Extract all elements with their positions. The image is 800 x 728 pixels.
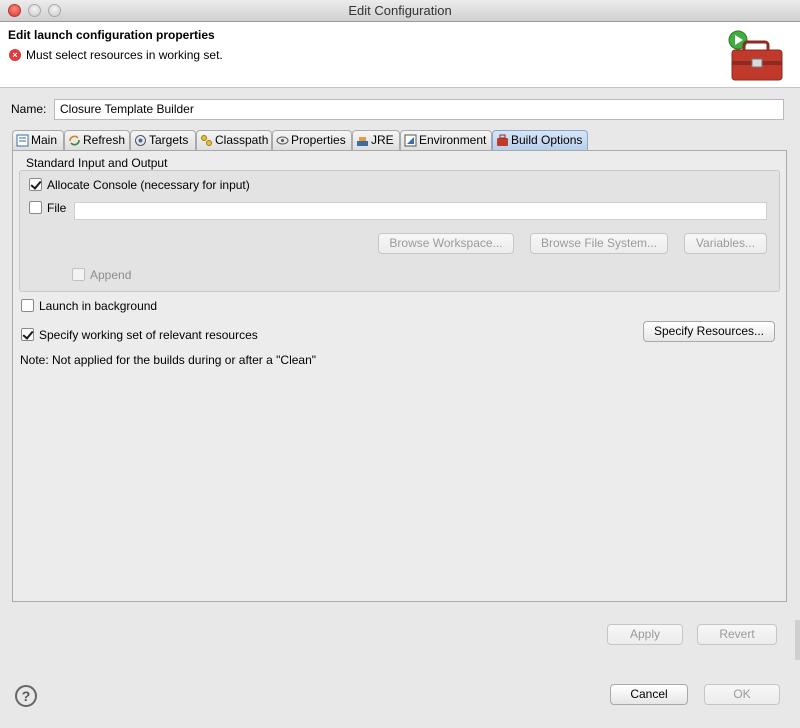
specify-resources-button[interactable]: Specify Resources... <box>643 321 775 342</box>
tab-build-options[interactable]: Build Options <box>492 130 588 150</box>
window-title-bar: Edit Configuration <box>0 0 800 22</box>
cancel-button[interactable]: Cancel <box>610 684 688 705</box>
dialog-header-title: Edit launch configuration properties <box>8 28 215 42</box>
tab-refresh-label: Refresh <box>83 133 126 147</box>
tab-classpath[interactable]: Classpath <box>196 130 272 150</box>
tab-environment[interactable]: Environment <box>400 130 492 150</box>
properties-icon <box>276 136 289 145</box>
file-path-field[interactable] <box>74 202 767 220</box>
working-set-checkbox[interactable] <box>21 328 34 341</box>
name-field[interactable]: Closure Template Builder <box>54 99 784 120</box>
build-options-icon <box>497 134 508 146</box>
targets-icon <box>135 135 146 146</box>
append-checkbox[interactable] <box>72 268 85 281</box>
main-tab-icon <box>16 134 29 147</box>
clean-note: Note: Not applied for the builds during … <box>20 353 317 367</box>
toolbox-run-icon <box>728 30 783 81</box>
help-icon[interactable]: ? <box>15 685 37 707</box>
scrollbar[interactable] <box>795 620 800 660</box>
ok-button[interactable]: OK <box>704 684 780 705</box>
tab-targets-label: Targets <box>149 133 189 147</box>
refresh-icon <box>69 135 80 146</box>
dialog-header: Edit launch configuration properties × M… <box>0 22 800 88</box>
launch-background-label: Launch in background <box>39 299 158 313</box>
tab-bar: Main Refresh Targets Classpath Propertie… <box>12 130 787 150</box>
browse-workspace-button[interactable]: Browse Workspace... <box>378 233 514 254</box>
jre-icon <box>357 137 368 146</box>
allocate-console-label: Allocate Console (necessary for input) <box>47 178 250 192</box>
tab-classpath-label: Classpath <box>215 133 269 147</box>
tab-refresh[interactable]: Refresh <box>64 130 130 150</box>
append-label: Append <box>90 268 132 282</box>
allocate-console-checkbox[interactable] <box>29 178 42 191</box>
name-label: Name: <box>11 102 47 116</box>
tab-environment-label: Environment <box>419 133 487 147</box>
working-set-label: Specify working set of relevant resource… <box>39 328 258 342</box>
environment-icon <box>404 134 417 147</box>
revert-button[interactable]: Revert <box>697 624 777 645</box>
browse-file-system-button[interactable]: Browse File System... <box>530 233 668 254</box>
tab-build-options-label: Build Options <box>511 133 583 147</box>
tab-jre-label: JRE <box>371 133 394 147</box>
file-label: File <box>47 201 67 215</box>
launch-background-checkbox[interactable] <box>21 299 34 312</box>
tab-jre[interactable]: JRE <box>352 130 400 150</box>
error-message: Must select resources in working set. <box>26 48 223 62</box>
tab-main-label: Main <box>31 133 58 147</box>
window-title: Edit Configuration <box>348 3 452 18</box>
tab-properties[interactable]: Properties <box>272 130 352 150</box>
standard-io-group-label: Standard Input and Output <box>26 156 168 170</box>
tab-targets[interactable]: Targets <box>130 130 196 150</box>
classpath-icon <box>201 135 212 146</box>
tab-properties-label: Properties <box>291 133 346 147</box>
error-icon: × <box>9 49 21 61</box>
tab-main[interactable]: Main <box>12 130 64 150</box>
apply-button[interactable]: Apply <box>607 624 683 645</box>
file-checkbox[interactable] <box>29 201 42 214</box>
variables-button[interactable]: Variables... <box>684 233 767 254</box>
